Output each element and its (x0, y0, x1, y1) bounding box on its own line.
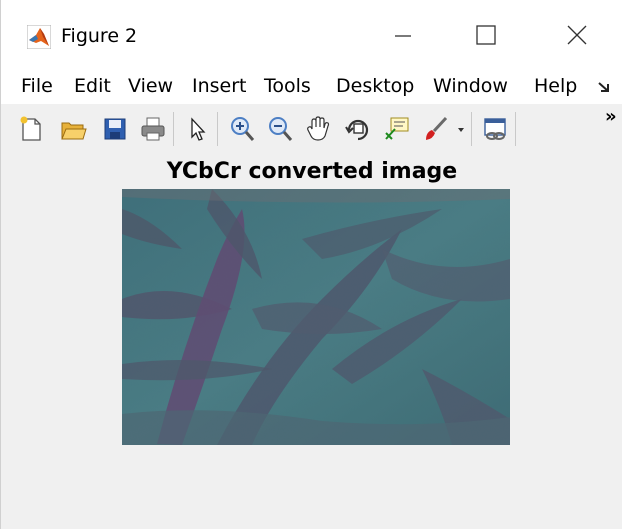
close-icon (567, 25, 587, 45)
save-icon (104, 118, 126, 140)
new-figure-button[interactable] (15, 112, 47, 146)
menu-desktop[interactable]: Desktop (336, 74, 414, 98)
print-button[interactable] (137, 112, 169, 146)
menu-edit[interactable]: Edit (74, 74, 111, 98)
toolbar-separator (471, 112, 472, 146)
toolbar-overflow-button[interactable]: » (605, 106, 617, 127)
maximize-icon (476, 25, 496, 45)
ycbcr-image (122, 189, 510, 445)
link-plot-button[interactable] (479, 112, 511, 146)
save-button[interactable] (99, 112, 131, 146)
figure-canvas: YCbCr converted image (1, 156, 622, 529)
zoom-out-button[interactable] (264, 112, 296, 146)
menu-dock-arrow-icon[interactable] (597, 80, 611, 94)
menu-insert[interactable]: Insert (192, 74, 247, 98)
minimize-button[interactable] (379, 18, 425, 54)
link-plot-icon (484, 118, 506, 140)
minimize-icon (395, 35, 411, 37)
open-file-icon (61, 122, 87, 140)
menu-tools[interactable]: Tools (264, 74, 311, 98)
edit-plot-button[interactable] (181, 112, 213, 146)
title-bar[interactable]: Figure 2 (1, 0, 622, 64)
print-icon (141, 117, 165, 141)
data-cursor-button[interactable] (381, 112, 413, 146)
new-figure-icon (20, 116, 41, 141)
rotate-3d-button[interactable] (342, 112, 374, 146)
matlab-logo-icon (27, 25, 51, 49)
menu-window[interactable]: Window (433, 74, 508, 98)
zoom-in-icon (231, 117, 255, 141)
figure-window: Figure 2 File Edit View Insert Tools Des… (0, 0, 622, 529)
maximize-button[interactable] (463, 18, 509, 54)
close-button[interactable] (554, 18, 600, 54)
menu-bar: File Edit View Insert Tools Desktop Wind… (1, 70, 622, 102)
toolbar-separator (173, 112, 174, 146)
menu-view[interactable]: View (128, 74, 173, 98)
data-cursor-icon (385, 117, 409, 140)
toolbar-separator (515, 112, 516, 146)
open-file-button[interactable] (57, 112, 89, 146)
pan-hand-icon (307, 116, 330, 141)
ycbcr-image-graphic (122, 189, 510, 445)
zoom-in-button[interactable] (226, 112, 258, 146)
brush-dropdown-icon[interactable] (457, 126, 465, 134)
figure-toolbar: » (1, 104, 622, 157)
pan-button[interactable] (302, 112, 334, 146)
zoom-out-icon (269, 117, 293, 141)
menu-file[interactable]: File (21, 74, 53, 98)
menu-help[interactable]: Help (534, 74, 577, 98)
edit-plot-arrow-icon (191, 117, 206, 141)
brush-icon (426, 116, 448, 140)
rotate-3d-icon (345, 119, 369, 141)
brush-button[interactable] (420, 112, 452, 146)
axes-title: YCbCr converted image (166, 159, 458, 184)
window-title: Figure 2 (61, 25, 138, 47)
toolbar-separator (217, 112, 218, 146)
